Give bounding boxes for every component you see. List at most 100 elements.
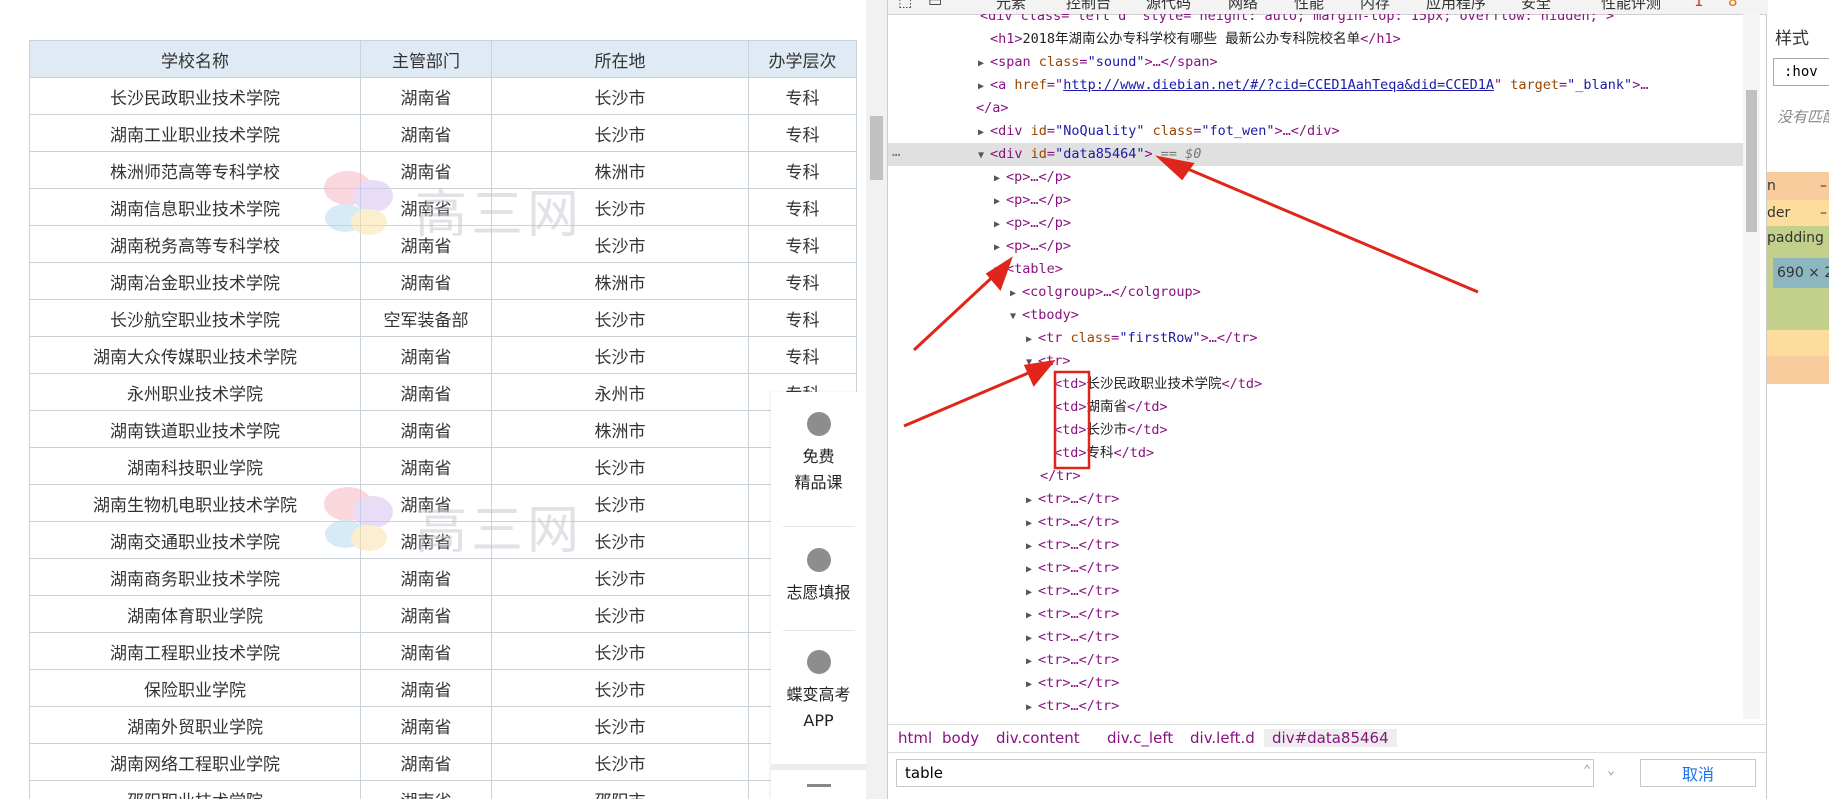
tab-lighthouse[interactable]: 性能评测: [1601, 0, 1661, 13]
dom-line-tr-collapsed[interactable]: ▶<tr>…</tr>: [888, 557, 1743, 580]
cell-school-name: 湖南商务职业技术学院: [29, 558, 361, 596]
expand-triangle-icon[interactable]: ▶: [1026, 604, 1038, 627]
chevron-up-icon[interactable]: ⌃: [1578, 763, 1596, 781]
expand-triangle-icon[interactable]: ▶: [978, 75, 990, 98]
chevron-down-icon[interactable]: ⌄: [1602, 763, 1620, 781]
dom-line-tr-collapsed[interactable]: ▶<tr>…</tr>: [888, 695, 1743, 718]
expand-triangle-icon[interactable]: ▶: [1026, 673, 1038, 696]
expand-triangle-icon[interactable]: ▶: [1026, 535, 1038, 558]
tab-styles[interactable]: 样式: [1775, 24, 1809, 49]
tab-console[interactable]: 控制台: [1066, 0, 1111, 13]
breadcrumb-html[interactable]: html: [898, 729, 932, 747]
dom-line-p[interactable]: ▶ <p>…</p>: [888, 235, 1743, 258]
expand-triangle-icon[interactable]: ▶: [994, 167, 1006, 190]
back-to-top-icon[interactable]: [807, 784, 831, 787]
tab-security[interactable]: 安全: [1521, 0, 1551, 13]
expand-triangle-icon[interactable]: ▶: [978, 121, 990, 144]
expand-triangle-icon[interactable]: ▶: [1026, 512, 1038, 535]
breadcrumb-div-c-left[interactable]: div.c_left: [1107, 729, 1173, 747]
error-count[interactable]: 1: [1694, 0, 1704, 10]
dom-line-tr[interactable]: ▼ <tr>: [888, 350, 1743, 373]
dom-line-tr-collapsed[interactable]: ▶<tr>…</tr>: [888, 603, 1743, 626]
dom-line-tr-collapsed[interactable]: ▶<tr>…</tr>: [888, 580, 1743, 603]
header-school-name: 学校名称: [29, 40, 361, 78]
collapse-triangle-icon[interactable]: ▼: [1010, 305, 1022, 328]
search-input[interactable]: [896, 759, 1594, 787]
dom-line-span[interactable]: ▶ <span class="sound">…</span>: [888, 51, 1743, 74]
warning-count[interactable]: 8: [1728, 0, 1738, 10]
breadcrumb-body[interactable]: body: [942, 729, 979, 747]
inspect-icon[interactable]: ⬚: [898, 0, 912, 10]
dom-line-tr-collapsed[interactable]: ▶<tr>…</tr>: [888, 718, 1743, 719]
styles-pane: 样式 :hov 没有匹配 n– der– padding 690 × 2: [1766, 14, 1829, 799]
dom-line-tr-collapsed[interactable]: ▶<tr>…</tr>: [888, 534, 1743, 557]
dom-line-h1[interactable]: <h1>2018年湖南公办专科学校有哪些 最新公办专科院校名单</h1>: [888, 28, 1743, 51]
expand-triangle-icon[interactable]: ▶: [1026, 581, 1038, 604]
dom-line-td[interactable]: <td>专科</td>: [888, 442, 1743, 465]
expand-triangle-icon[interactable]: ▶: [994, 190, 1006, 213]
dom-link[interactable]: http://www.diebian.net/#/?cid=CCED1AahTe…: [1063, 77, 1494, 93]
dom-line-colgroup[interactable]: ▶ <colgroup>…</colgroup>: [888, 281, 1743, 304]
dom-line-tr-collapsed[interactable]: ▶<tr>…</tr>: [888, 511, 1743, 534]
collapse-triangle-icon[interactable]: ▼: [978, 144, 990, 167]
dom-scrollbar[interactable]: [1743, 14, 1760, 719]
device-icon[interactable]: ▭: [928, 0, 942, 10]
dom-line-tr-firstrow[interactable]: ▶ <tr class="firstRow">…</tr>: [888, 327, 1743, 350]
tab-network[interactable]: 网络: [1228, 0, 1258, 13]
dom-line-p[interactable]: ▶ <p>…</p>: [888, 212, 1743, 235]
expand-triangle-icon[interactable]: ▶: [1026, 650, 1038, 673]
expand-triangle-icon[interactable]: ▶: [1026, 489, 1038, 512]
dom-line-p[interactable]: ▶ <p>…</p>: [888, 189, 1743, 212]
more-options-icon[interactable]: …: [892, 144, 900, 160]
breadcrumb-div-data85464[interactable]: div#data85464: [1264, 729, 1397, 747]
dom-line-a[interactable]: ▶ <a href="http://www.diebian.net/#/?cid=…: [888, 74, 1743, 97]
cell-level: 专科: [748, 77, 857, 115]
expand-triangle-icon[interactable]: ▶: [1026, 558, 1038, 581]
expand-triangle-icon[interactable]: ▶: [1026, 696, 1038, 719]
dom-line-td[interactable]: <td>长沙市</td>: [888, 419, 1743, 442]
tab-sources[interactable]: 源代码: [1146, 0, 1191, 13]
dom-line-tbody[interactable]: ▼ <tbody>: [888, 304, 1743, 327]
page-scroll-thumb[interactable]: [870, 116, 883, 180]
expand-triangle-icon[interactable]: ▶: [994, 236, 1006, 259]
dom-line-tr-collapsed[interactable]: ▶<tr>…</tr>: [888, 649, 1743, 672]
tab-memory[interactable]: 内存: [1360, 0, 1390, 13]
expand-triangle-icon[interactable]: ▶: [994, 213, 1006, 236]
dom-line-data85464[interactable]: ▼ <div id="data85464"> == $0: [888, 143, 1743, 166]
table-row: 长沙民政职业技术学院 湖南省 长沙市 专科: [29, 77, 857, 115]
hov-filter[interactable]: :hov: [1773, 58, 1829, 86]
page-scrollbar[interactable]: [866, 0, 887, 799]
dom-line-tr-collapsed[interactable]: ▶<tr>…</tr>: [888, 626, 1743, 649]
expand-triangle-icon[interactable]: ▶: [978, 52, 990, 75]
volunteer-button[interactable]: 志愿填报: [771, 548, 866, 606]
breadcrumb-div-content[interactable]: div.content: [996, 729, 1080, 747]
dom-line-tr-collapsed[interactable]: ▶<tr>…</tr>: [888, 672, 1743, 695]
tab-application[interactable]: 应用程序: [1426, 0, 1486, 13]
dom-line-table[interactable]: ▼ <table>: [888, 258, 1743, 281]
cancel-button[interactable]: 取消: [1640, 759, 1756, 787]
expand-triangle-icon[interactable]: ▶: [1010, 282, 1022, 305]
breadcrumb-div-left-d[interactable]: div.left.d: [1190, 729, 1255, 747]
cell-level: 专科: [748, 225, 857, 263]
collapse-triangle-icon[interactable]: ▼: [1026, 351, 1038, 374]
dom-line-td[interactable]: <td>长沙民政职业技术学院</td>: [888, 373, 1743, 396]
cell-school-name: 长沙民政职业技术学院: [29, 77, 361, 115]
dom-line-p[interactable]: ▶ <p>…</p>: [888, 166, 1743, 189]
dom-scroll-thumb[interactable]: [1746, 90, 1757, 232]
dom-line-noquality[interactable]: ▶ <div id="NoQuality" class="fot_wen">…</…: [888, 120, 1743, 143]
tab-elements[interactable]: 元素: [996, 0, 1026, 13]
dom-line-parent-div[interactable]: <div class="left d" style="height: auto;…: [888, 14, 1743, 28]
dom-line-tr-collapsed[interactable]: ▶<tr>…</tr>: [888, 488, 1743, 511]
tab-performance[interactable]: 性能: [1294, 0, 1324, 13]
expand-triangle-icon[interactable]: ▶: [1026, 328, 1038, 351]
free-course-button[interactable]: 免费 精品课: [771, 412, 866, 496]
breadcrumb: html body div.content div.c_left div.lef…: [888, 724, 1768, 751]
dom-line-tr-close[interactable]: </tr>: [888, 465, 1743, 488]
expand-triangle-icon[interactable]: ▶: [1026, 627, 1038, 650]
dom-line-a-close[interactable]: </a>: [888, 97, 1743, 120]
app-button[interactable]: 蝶变高考 APP: [771, 650, 866, 734]
collapse-triangle-icon[interactable]: ▼: [994, 259, 1006, 282]
dom-line-td[interactable]: <td>湖南省</td>: [888, 396, 1743, 419]
cell-location: 长沙市: [491, 632, 749, 670]
dom-tag: <h1>: [990, 31, 1023, 47]
